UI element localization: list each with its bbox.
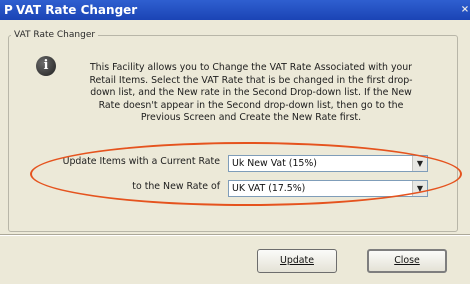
window-title: VAT Rate Changer	[16, 3, 138, 17]
vat-rate-group: VAT Rate Changer	[8, 30, 458, 232]
chevron-down-icon[interactable]: ▼	[412, 181, 427, 196]
new-rate-value: UK VAT (17.5%)	[232, 183, 306, 194]
close-icon[interactable]: ×	[458, 3, 470, 17]
chevron-down-icon[interactable]: ▼	[412, 156, 427, 171]
update-button-label: Update	[280, 255, 314, 266]
close-button-label: Close	[394, 255, 420, 266]
group-legend: VAT Rate Changer	[14, 30, 96, 40]
new-rate-dropdown[interactable]: UK VAT (17.5%) ▼	[228, 180, 428, 197]
info-icon: i	[36, 56, 56, 76]
description-text: This Facility allows you to Change the V…	[89, 62, 413, 123]
app-icon: P	[4, 3, 13, 17]
new-rate-label: to the New Rate of	[132, 181, 220, 192]
close-button[interactable]: Close	[367, 249, 447, 273]
title-bar[interactable]: P VAT Rate Changer ×	[0, 0, 470, 20]
divider	[0, 234, 470, 236]
vat-rate-changer-window: P VAT Rate Changer × VAT Rate Changer i …	[0, 0, 470, 284]
update-button[interactable]: Update	[257, 249, 337, 273]
current-rate-dropdown[interactable]: Uk New Vat (15%) ▼	[228, 155, 428, 172]
current-rate-label: Update Items with a Current Rate	[62, 156, 220, 167]
current-rate-value: Uk New Vat (15%)	[232, 158, 317, 169]
